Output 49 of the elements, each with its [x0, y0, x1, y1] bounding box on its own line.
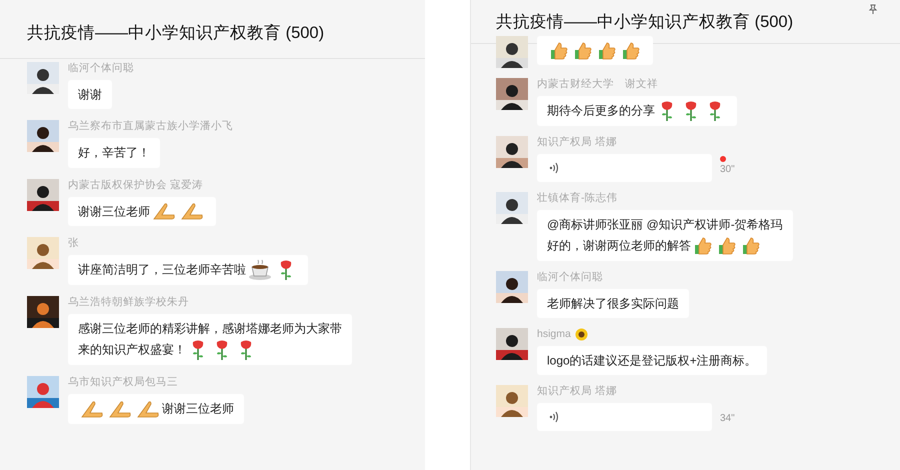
sender-name: hsigma: [537, 327, 571, 342]
sender-name: 知识产权局 塔娜: [537, 135, 617, 150]
sender-name: 张: [68, 236, 79, 252]
message-text: @商标讲师张亚丽 @知识产权讲师-贺希格玛: [547, 217, 783, 232]
chat-title: 共抗疫情——中小学知识产权教育 (500): [496, 12, 794, 34]
message-text: 来的知识产权盛宴！: [78, 342, 186, 357]
message-text: 好，辛苦了！: [78, 146, 150, 160]
message-text: 谢谢三位老师: [162, 402, 234, 416]
voice-duration: 34": [720, 413, 735, 426]
thumbs-up-icon: [549, 40, 569, 61]
voice-duration: 30": [720, 164, 735, 176]
sender-name: 临河个体问聪: [68, 61, 134, 76]
thumbs-up-icon: [597, 40, 617, 61]
thumbs-up-icon: [741, 236, 761, 256]
message-text: logo的话建议还是登记版权+注册商标。: [547, 353, 757, 368]
sender-name: 乌兰察布市直属蒙古族小学潘小飞: [68, 119, 233, 134]
sender-name: 壮镇体育-陈志伟: [537, 191, 618, 206]
thumbs-up-icon: [693, 236, 713, 256]
voice-message[interactable]: [537, 403, 712, 432]
chat-title: 共抗疫情——中小学知识产权教育 (500): [27, 22, 324, 44]
coffee-cup-icon: [248, 258, 272, 281]
message-text: 谢谢: [78, 87, 102, 102]
voice-message[interactable]: [537, 154, 712, 182]
sender-name: 内蒙古版权保护协会 寇爱涛: [68, 178, 203, 193]
message-text: 讲座简洁明了，三位老师辛苦啦: [78, 262, 246, 276]
message-text: 老师解决了很多实际问题: [547, 296, 679, 310]
sender-name: 知识产权局 塔娜: [537, 384, 617, 400]
rose-icon: [683, 100, 699, 122]
sound-wave-icon: [549, 162, 559, 174]
sunflower-icon: [574, 328, 588, 342]
message-text: 期待今后更多的分享: [547, 104, 655, 118]
sender-name: 乌兰浩特朝鲜族学校朱丹: [68, 295, 189, 310]
rose-icon: [214, 339, 230, 362]
rose-icon: [707, 100, 723, 122]
pin-icon[interactable]: [868, 4, 878, 14]
thumbs-up-icon: [573, 40, 593, 61]
message-text: 谢谢三位老师: [78, 204, 150, 218]
thumbs-up-icon: [717, 236, 737, 256]
sender-name: 内蒙古财经大学 谢文祥: [537, 77, 658, 92]
rose-icon: [238, 339, 254, 362]
rose-icon: [278, 258, 294, 281]
rose-icon: [190, 339, 206, 362]
sound-wave-icon: [549, 411, 559, 424]
message-text: 好的，谢谢两位老师的解答: [547, 238, 691, 253]
sender-name: 临河个体问聪: [537, 270, 603, 285]
message-text: 感谢三位老师的精彩讲解，感谢塔娜老师为大家带: [78, 321, 342, 336]
sender-name: 乌市知识产权局包马三: [68, 375, 178, 390]
thumbs-up-icon: [621, 40, 641, 61]
rose-icon: [659, 100, 675, 122]
